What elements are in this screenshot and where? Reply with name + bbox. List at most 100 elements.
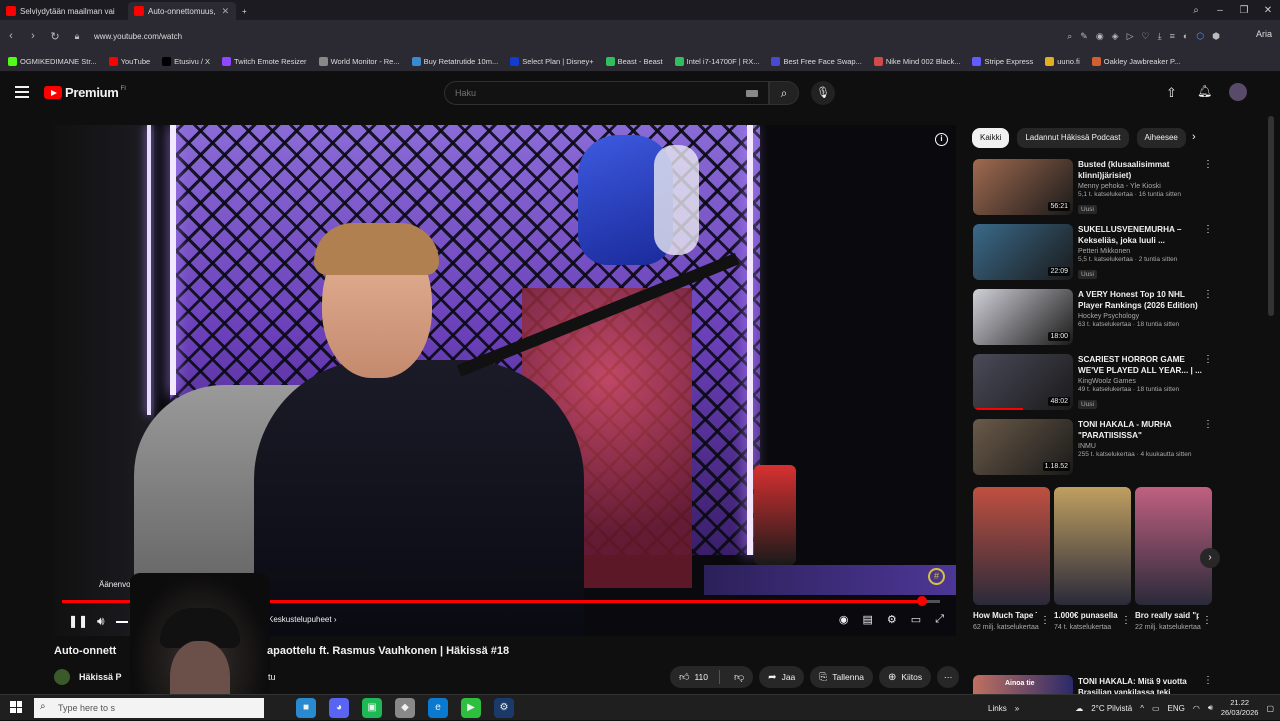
scrollbar[interactable] [1268, 116, 1274, 316]
more-vert-icon[interactable]: ⋮ [1040, 615, 1050, 626]
bookmark-item[interactable]: uuno.fi [1045, 57, 1080, 66]
wifi-icon[interactable]: ◠ [1193, 704, 1200, 713]
subscribe-fragment[interactable]: tu [268, 672, 276, 682]
short-title[interactable]: 1.000€ punasella f... [1054, 610, 1118, 621]
short-item[interactable]: How Much Tape To Sto... 62 milj. katselu… [973, 487, 1050, 632]
bookmark-item[interactable]: World Monitor - Re... [318, 57, 400, 66]
bookmark-item[interactable]: Intel i7-14700F | RX... [674, 57, 759, 66]
bookmark-item[interactable]: Twitch Emote Resizer [222, 57, 307, 66]
more-vert-icon[interactable]: ⋮ [1202, 615, 1212, 626]
bookmark-item[interactable]: YouTube [108, 57, 150, 66]
expand-icon[interactable]: » [1015, 704, 1019, 713]
thumbs-down-icon[interactable]: 👎︎ [725, 671, 753, 683]
microphone-icon[interactable]: 🎙︎ [811, 81, 835, 105]
bookmark-item[interactable]: Stripe Express [972, 57, 1033, 66]
discord-icon[interactable]: ◕ [329, 698, 349, 718]
chevron-up-icon[interactable]: ^ [1140, 704, 1144, 713]
network-icon[interactable]: ▭ [1152, 704, 1160, 713]
filter-chip[interactable]: Aiheesee [1136, 128, 1186, 148]
recommendation-channel[interactable]: Hockey Psychology [1078, 313, 1203, 320]
more-actions-icon[interactable]: ⋯ [937, 666, 960, 688]
clock[interactable]: 21.22 26/03/2026 [1221, 698, 1259, 718]
more-vert-icon[interactable]: ⋮ [1203, 354, 1213, 365]
volume-icon[interactable]: 🔊︎ [97, 614, 105, 629]
keyboard-icon[interactable] [746, 90, 758, 97]
new-tab-button[interactable]: + [236, 2, 253, 20]
close-window-icon[interactable]: ✕ [1256, 5, 1280, 16]
recommendation-channel[interactable]: KingWoolz Games [1078, 378, 1203, 385]
more-vert-icon[interactable]: ⋮ [1203, 419, 1213, 430]
language-indicator[interactable]: ENG [1168, 704, 1185, 713]
bookmark-item[interactable]: Buy Retatrutide 10m... [411, 57, 498, 66]
short-thumbnail[interactable] [1135, 487, 1212, 605]
extension-icon[interactable]: ⬡ [1196, 31, 1204, 42]
taskbar-search[interactable]: ⌕ Type here to s [34, 698, 264, 718]
search-button[interactable]: ⌕ [769, 81, 799, 105]
forward-icon[interactable]: › [22, 30, 44, 42]
volume-icon[interactable]: 🔊︎ [1208, 703, 1213, 713]
url-field[interactable]: www.youtube.com/watch [94, 32, 182, 41]
recommendation-title[interactable]: TONI HAKALA - MURHA "PARATIISISSA" [1078, 419, 1203, 441]
edge-icon[interactable]: e [428, 698, 448, 718]
steam-icon[interactable]: ⚙ [494, 698, 514, 718]
notifications-icon[interactable]: ▢ [1266, 704, 1274, 713]
more-vert-icon[interactable]: ⋮ [1203, 224, 1213, 235]
bookmark-item[interactable]: Oakley Jawbreaker P... [1091, 57, 1180, 66]
bookmark-item[interactable]: Best Free Face Swap... [771, 57, 862, 66]
video-thumbnail[interactable]: 22:09 [973, 224, 1073, 280]
short-item[interactable]: 1.000€ punasella f... 74 t. katselukerta… [1054, 487, 1131, 632]
play-icon[interactable]: ▷ [1127, 31, 1134, 42]
bookmark-item[interactable]: Beast - Beast [605, 57, 663, 66]
browser-tab[interactable]: Selviydytään maailman vai [0, 2, 128, 20]
more-vert-icon[interactable]: ⋮ [1203, 159, 1213, 170]
short-title[interactable]: How Much Tape To Sto... [973, 610, 1037, 621]
filter-chip[interactable]: Ladannut Häkissä Podcast [1017, 128, 1129, 148]
short-thumbnail[interactable] [973, 487, 1050, 605]
theater-mode-icon[interactable]: ▭ [911, 613, 921, 626]
recommendation-item[interactable]: 22:09 SUKELLUSVENEMURHA – Kekseliäs, jok… [973, 224, 1213, 282]
edit-icon[interactable]: ✎ [1080, 31, 1088, 42]
app-icon[interactable]: ▶ [461, 698, 481, 718]
short-title[interactable]: Bro really said "picker... [1135, 610, 1199, 621]
menu-icon[interactable]: ≡ [1170, 31, 1175, 41]
user-avatar[interactable] [1229, 83, 1247, 101]
like-button[interactable]: 👍︎ 110 👎︎ [670, 666, 754, 688]
recommendation-item[interactable]: 18:00 A VERY Honest Top 10 NHL Player Ra… [973, 289, 1213, 347]
recommendation-title[interactable]: SCARIEST HORROR GAME WE'VE PLAYED ALL YE… [1078, 354, 1203, 376]
upload-icon[interactable]: ⇧ [1166, 85, 1177, 101]
shield-icon[interactable]: ◆ [395, 698, 415, 718]
close-tab-icon[interactable]: ✕ [222, 6, 230, 17]
bookmark-item[interactable]: Nike Mind 002 Black... [873, 57, 960, 66]
recommendation-item[interactable]: 1.18.52 TONI HAKALA - MURHA "PARATIISISS… [973, 419, 1213, 477]
channel-watermark-icon[interactable]: # [928, 568, 945, 585]
video-thumbnail[interactable]: 48:02 [973, 354, 1073, 410]
info-icon[interactable]: i [935, 133, 948, 146]
recommendation-title[interactable]: Busted (klusaalisimmat klinni)järisiet) [1078, 159, 1203, 181]
video-thumbnail[interactable]: Ainoa tie [973, 675, 1073, 695]
download-icon[interactable]: ⤓ [1158, 31, 1162, 42]
browser-tab-active[interactable]: Auto-onnettomuus, ✕ [128, 2, 236, 20]
profile-icon[interactable]: ◐ [1183, 31, 1188, 41]
recommendation-item[interactable]: 56:21 Busted (klusaalisimmat klinni)järi… [973, 159, 1213, 217]
recommendation-channel[interactable]: Menny pehoka - Yle Kioski [1078, 183, 1203, 190]
pause-icon[interactable]: ❚❚ [68, 614, 88, 628]
recommendation-item[interactable]: Ainoa tie TONI HAKALA: Mitä 9 vuotta Bra… [973, 675, 1213, 697]
channel-name[interactable]: Häkissä P [79, 672, 122, 682]
volume-slider[interactable] [116, 621, 128, 623]
subtitles-icon[interactable]: ▤ [863, 613, 873, 626]
more-vert-icon[interactable]: ⋮ [1203, 289, 1213, 300]
app-icon[interactable]: ▣ [362, 698, 382, 718]
aria-button[interactable]: Aria [1256, 29, 1272, 39]
hamburger-menu-icon[interactable] [15, 86, 29, 98]
windows-start-icon[interactable] [10, 701, 22, 713]
minimize-icon[interactable]: – [1208, 5, 1232, 16]
short-thumbnail[interactable] [1054, 487, 1131, 605]
filter-chip[interactable]: Kaikki [972, 128, 1010, 148]
chevron-right-icon[interactable]: › [1192, 131, 1196, 143]
camera-icon[interactable]: ◉ [1096, 31, 1104, 42]
chapter-button[interactable]: Keskustelupuheet › [268, 615, 337, 624]
recommendation-channel[interactable]: INMU [1078, 443, 1203, 450]
thanks-button[interactable]: ⊕ Kiitos [878, 666, 932, 688]
fullscreen-icon[interactable]: ⤢ [935, 613, 944, 626]
bookmark-item[interactable]: Select Plan | Disney+ [510, 57, 594, 66]
